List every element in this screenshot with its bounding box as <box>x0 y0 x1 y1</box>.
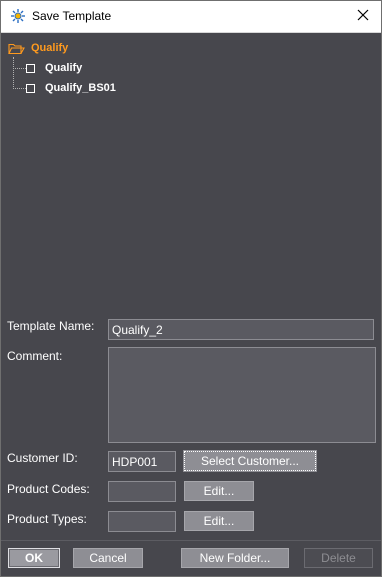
tree-branch-line <box>13 67 26 69</box>
customer-id-label: Customer ID: <box>7 451 78 465</box>
checkbox-icon <box>26 83 35 93</box>
save-template-dialog: Save Template Qualify Qualify Qualify_BS… <box>0 0 382 577</box>
delete-button[interactable]: Delete <box>304 548 373 568</box>
select-customer-button[interactable]: Select Customer... <box>183 450 317 472</box>
new-folder-button[interactable]: New Folder... <box>181 548 289 568</box>
ok-button[interactable]: OK <box>8 548 60 568</box>
tree-item-label: Qualify <box>45 62 83 74</box>
dialog-body: Qualify Qualify Qualify_BS01 Template Na… <box>1 33 381 576</box>
template-name-input[interactable] <box>108 319 374 340</box>
template-tree[interactable]: Qualify Qualify Qualify_BS01 <box>1 33 381 313</box>
tree-root-item[interactable]: Qualify <box>8 41 68 55</box>
product-types-edit-button[interactable]: Edit... <box>184 511 254 531</box>
tree-root-label: Qualify <box>31 42 69 54</box>
button-bar-separator <box>1 540 381 541</box>
cancel-button[interactable]: Cancel <box>73 548 143 568</box>
customer-id-input[interactable] <box>108 451 176 472</box>
folder-open-icon <box>8 43 25 54</box>
comment-label: Comment: <box>7 349 63 363</box>
tree-item-label: Qualify_BS01 <box>45 82 116 94</box>
tree-item-qualify-bs01[interactable]: Qualify_BS01 <box>13 81 116 95</box>
product-codes-edit-button[interactable]: Edit... <box>184 481 254 501</box>
product-codes-input[interactable] <box>108 481 176 502</box>
product-types-label: Product Types: <box>7 512 87 526</box>
close-icon[interactable] <box>355 7 371 23</box>
comment-textarea[interactable] <box>108 347 376 443</box>
product-codes-label: Product Codes: <box>7 482 90 496</box>
gear-sparkle-icon <box>11 9 25 23</box>
checkbox-icon <box>26 63 35 73</box>
template-name-label: Template Name: <box>7 319 95 333</box>
tree-item-qualify[interactable]: Qualify <box>13 61 82 75</box>
tree-branch-line <box>13 87 26 89</box>
window-title: Save Template <box>32 9 112 23</box>
title-bar: Save Template <box>1 1 381 33</box>
product-types-input[interactable] <box>108 511 176 532</box>
